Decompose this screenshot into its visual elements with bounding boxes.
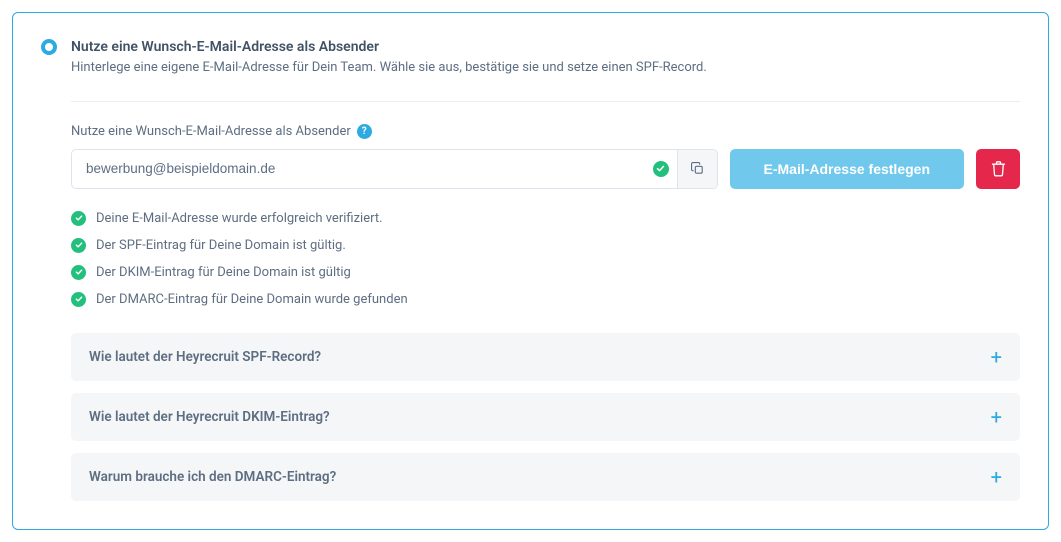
- accordion-item-dmarc[interactable]: Warum brauche ich den DMARC-Eintrag? +: [71, 453, 1020, 501]
- accordion-item-dkim[interactable]: Wie lautet der Heyrecruit DKIM-Eintrag? …: [71, 393, 1020, 441]
- check-circle-icon: [71, 265, 86, 280]
- plus-icon: +: [991, 347, 1002, 367]
- check-circle-icon: [71, 238, 86, 253]
- accordion: Wie lautet der Heyrecruit SPF-Record? + …: [71, 333, 1020, 501]
- copy-button[interactable]: [677, 150, 717, 188]
- header-text: Nutze eine Wunsch-E-Mail-Adresse als Abs…: [71, 37, 1020, 79]
- delete-button[interactable]: [976, 149, 1020, 189]
- status-text: Der DKIM-Eintrag für Deine Domain ist gü…: [96, 265, 351, 280]
- email-sender-panel: Nutze eine Wunsch-E-Mail-Adresse als Abs…: [12, 12, 1049, 530]
- header-title: Nutze eine Wunsch-E-Mail-Adresse als Abs…: [71, 37, 1020, 58]
- panel-header: Nutze eine Wunsch-E-Mail-Adresse als Abs…: [41, 37, 1020, 79]
- field-label-row: Nutze eine Wunsch-E-Mail-Adresse als Abs…: [71, 124, 1020, 139]
- email-input-row: E-Mail-Adresse festlegen: [71, 149, 1020, 189]
- status-text: Der SPF-Eintrag für Deine Domain ist gül…: [96, 238, 346, 253]
- help-icon[interactable]: ?: [357, 124, 372, 139]
- radio-selected-icon[interactable]: [41, 39, 57, 55]
- divider: [71, 101, 1020, 102]
- email-input-group: [71, 149, 718, 189]
- field-label: Nutze eine Wunsch-E-Mail-Adresse als Abs…: [71, 124, 351, 139]
- accordion-title: Wie lautet der Heyrecruit SPF-Record?: [89, 349, 321, 365]
- status-item: Der DKIM-Eintrag für Deine Domain ist gü…: [71, 265, 1020, 280]
- accordion-title: Wie lautet der Heyrecruit DKIM-Eintrag?: [89, 409, 330, 425]
- panel-content: Nutze eine Wunsch-E-Mail-Adresse als Abs…: [41, 124, 1020, 501]
- status-list: Deine E-Mail-Adresse wurde erfolgreich v…: [71, 211, 1020, 307]
- header-subtitle: Hinterlege eine eigene E-Mail-Adresse fü…: [71, 58, 1020, 79]
- email-input[interactable]: [72, 150, 653, 188]
- status-item: Deine E-Mail-Adresse wurde erfolgreich v…: [71, 211, 1020, 226]
- check-circle-icon: [71, 211, 86, 226]
- accordion-title: Warum brauche ich den DMARC-Eintrag?: [89, 469, 336, 485]
- status-text: Deine E-Mail-Adresse wurde erfolgreich v…: [96, 211, 383, 226]
- trash-icon: [991, 161, 1006, 177]
- accordion-item-spf[interactable]: Wie lautet der Heyrecruit SPF-Record? +: [71, 333, 1020, 381]
- status-text: Der DMARC-Eintrag für Deine Domain wurde…: [96, 292, 408, 307]
- plus-icon: +: [991, 467, 1002, 487]
- plus-icon: +: [991, 407, 1002, 427]
- set-email-button[interactable]: E-Mail-Adresse festlegen: [730, 149, 965, 189]
- check-circle-icon: [71, 292, 86, 307]
- status-item: Der DMARC-Eintrag für Deine Domain wurde…: [71, 292, 1020, 307]
- check-circle-icon: [653, 161, 669, 177]
- status-item: Der SPF-Eintrag für Deine Domain ist gül…: [71, 238, 1020, 253]
